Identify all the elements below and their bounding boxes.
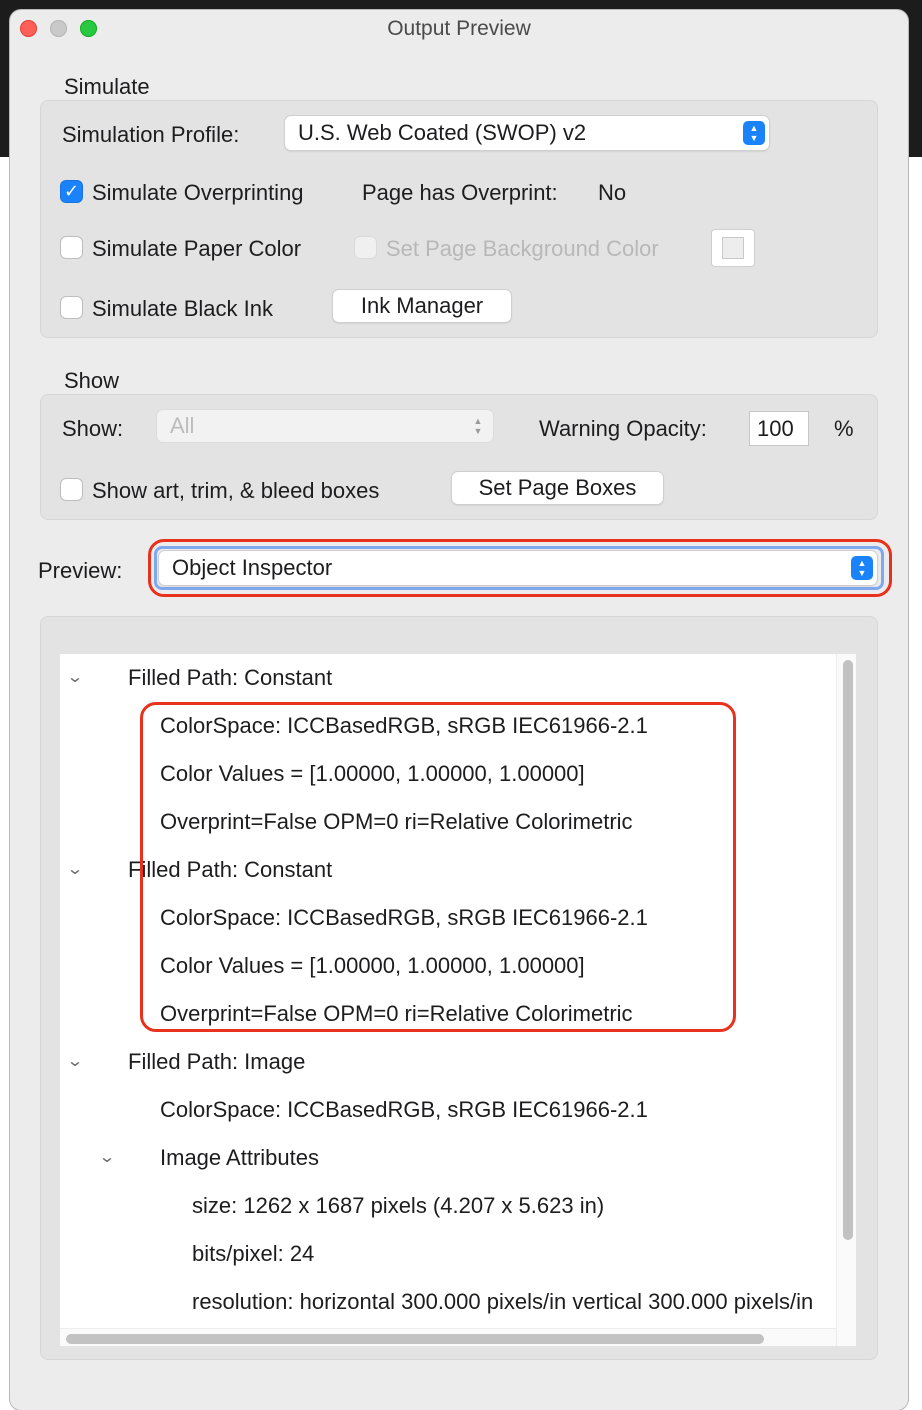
simulate-paper-color-label: Simulate Paper Color: [92, 236, 302, 261]
tree-leaf: size: 1262 x 1687 pixels (4.207 x 5.623 …: [192, 1193, 605, 1218]
warning-opacity-input[interactable]: 100: [750, 412, 808, 445]
filled-path-annotation-ring: [140, 702, 736, 1032]
warning-opacity-label: Warning Opacity:: [539, 416, 707, 441]
simulation-profile-label: Simulation Profile:: [62, 122, 240, 147]
ink-manager-button[interactable]: Ink Manager: [333, 290, 511, 322]
simulate-overprinting-label: Simulate Overprinting: [92, 180, 304, 205]
tree-leaf: ColorSpace: ICCBasedRGB, sRGB IEC61966-2…: [160, 1097, 648, 1122]
output-preview-window: Output Preview Simulate Simulation Profi…: [10, 10, 908, 1410]
color-well: [722, 237, 744, 259]
popup-arrows-icon: ▲ ▼: [743, 121, 765, 145]
horizontal-scrollbar-thumb[interactable]: [66, 1334, 764, 1344]
preview-label: Preview:: [38, 558, 123, 583]
chevron-down-icon[interactable]: ⌄: [62, 846, 88, 894]
show-select-value: All: [170, 413, 195, 438]
vertical-scrollbar-thumb[interactable]: [843, 660, 853, 1240]
simulate-overprinting-checkbox[interactable]: ✓: [61, 181, 82, 202]
simulate-paper-color-checkbox[interactable]: [61, 237, 82, 258]
chevron-down-icon[interactable]: ⌄: [62, 1038, 88, 1086]
set-page-boxes-button[interactable]: Set Page Boxes: [452, 472, 663, 504]
vertical-scrollbar[interactable]: [836, 654, 856, 1346]
percent-label: %: [834, 416, 854, 441]
page-overprint-label: Page has Overprint:: [362, 180, 558, 205]
show-boxes-label: Show art, trim, & bleed boxes: [92, 478, 380, 503]
show-boxes-checkbox[interactable]: [61, 479, 82, 500]
tree-node[interactable]: ⌄ Image Attributes: [60, 1134, 360, 1182]
show-select[interactable]: All ▲ ▼: [157, 410, 493, 442]
chevron-down-icon[interactable]: ⌄: [62, 654, 88, 702]
show-label: Show:: [62, 416, 124, 441]
preview-annotation-ring: [148, 539, 892, 597]
window-title: Output Preview: [387, 17, 531, 40]
set-page-background-checkbox[interactable]: [355, 237, 376, 258]
simulation-profile-value: U.S. Web Coated (SWOP) v2: [298, 120, 587, 145]
simulate-black-ink-checkbox[interactable]: [61, 297, 82, 318]
simulation-profile-select[interactable]: U.S. Web Coated (SWOP) v2 ▲ ▼: [285, 116, 769, 150]
set-page-background-label: Set Page Background Color: [386, 236, 659, 261]
title-bar[interactable]: Output Preview: [10, 10, 908, 48]
simulate-section-label: Simulate: [64, 74, 150, 99]
tree-leaf: bits/pixel: 24: [192, 1241, 315, 1266]
horizontal-scrollbar[interactable]: [60, 1328, 836, 1346]
popup-arrows-icon: ▲ ▼: [473, 416, 483, 436]
chevron-down-icon[interactable]: ⌄: [94, 1134, 120, 1182]
simulate-black-ink-label: Simulate Black Ink: [92, 296, 273, 321]
tree-leaf: resolution: horizontal 300.000 pixels/in…: [192, 1289, 814, 1314]
show-section-label: Show: [64, 368, 120, 393]
page-overprint-value: No: [598, 180, 627, 205]
page-background-color-swatch[interactable]: [712, 230, 754, 266]
